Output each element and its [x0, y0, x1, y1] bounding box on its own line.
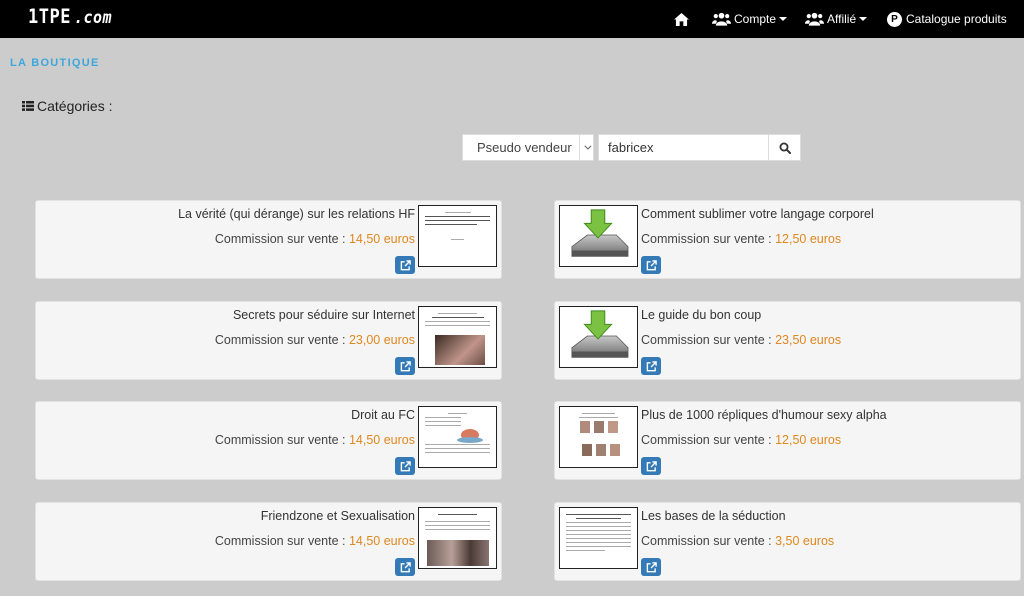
commission-label: Commission sur vente : [641, 232, 772, 246]
external-link-icon [400, 460, 411, 471]
categories-toggle[interactable]: Catégories : [22, 98, 112, 114]
external-link-button[interactable] [395, 256, 415, 274]
nav-home[interactable] [674, 0, 689, 38]
commission-amount: 14,50 euros [348, 232, 415, 246]
product-title[interactable]: Comment sublimer votre langage corporel [641, 207, 874, 221]
product-card: Secrets pour séduire sur Internet Commis… [35, 301, 502, 380]
product-card: Droit au FC Commission sur vente : 14,50… [35, 401, 502, 480]
commission-amount: 12,50 euros [775, 433, 842, 447]
caret-down-icon [859, 17, 868, 21]
external-link-icon [400, 360, 411, 371]
product-title[interactable]: Droit au FC [351, 408, 415, 422]
product-commission: Commission sur vente : 14,50 euros [215, 433, 415, 447]
commission-amount: 23,50 euros [775, 333, 842, 347]
search-button[interactable] [768, 134, 801, 161]
commission-label: Commission sur vente : [214, 232, 346, 246]
external-link-button[interactable] [395, 457, 415, 475]
product-card: Comment sublimer votre langage corporel … [554, 200, 1021, 279]
product-card: Le guide du bon coup Commission sur vent… [554, 301, 1021, 380]
product-commission: Commission sur vente : 3,50 euros [641, 534, 834, 548]
product-thumbnail[interactable] [559, 306, 638, 368]
product-thumbnail[interactable] [559, 507, 638, 569]
nav-compte[interactable]: Compte [712, 0, 788, 38]
commission-label: Commission sur vente : [214, 534, 346, 548]
top-navbar: 1TPE .com Compte Affilié P Catalogue prod… [0, 0, 1024, 38]
categories-label: Catégories : [37, 98, 113, 114]
product-commission: Commission sur vente : 14,50 euros [215, 232, 415, 246]
users-icon [805, 12, 824, 26]
product-card: La vérité (qui dérange) sur les relation… [35, 200, 502, 279]
brand-domain: .com [73, 6, 113, 28]
brand-logo[interactable]: 1TPE .com [28, 6, 112, 29]
product-thumbnail[interactable] [559, 406, 638, 468]
external-link-button[interactable] [395, 357, 415, 375]
search-input[interactable] [598, 134, 769, 161]
nav-compte-label: Compte [734, 12, 777, 26]
catalogue-p-icon: P [887, 11, 902, 27]
search-type-value: Pseudo vendeur [477, 140, 572, 155]
home-icon [674, 12, 689, 26]
product-commission: Commission sur vente : 23,00 euros [215, 333, 415, 347]
product-commission: Commission sur vente : 14,50 euros [215, 534, 415, 548]
nav-catalogue[interactable]: P Catalogue produits [887, 0, 1007, 38]
external-link-button[interactable] [395, 558, 415, 576]
commission-label: Commission sur vente : [641, 534, 772, 548]
external-link-icon [400, 561, 411, 572]
brand-name: 1TPE [28, 5, 71, 29]
product-card: Les bases de la séduction Commission sur… [554, 502, 1021, 581]
commission-amount: 3,50 euros [775, 534, 835, 548]
external-link-icon [646, 460, 657, 471]
search-type-select[interactable]: Pseudo vendeur [462, 134, 594, 161]
nav-catalogue-label: Catalogue produits [906, 12, 1007, 26]
external-link-button[interactable] [641, 558, 661, 576]
commission-label: Commission sur vente : [214, 333, 346, 347]
caret-down-icon [779, 17, 788, 21]
commission-amount: 12,50 euros [775, 232, 842, 246]
product-thumbnail[interactable] [418, 205, 497, 267]
chevron-down-icon [579, 135, 593, 160]
product-title[interactable]: La vérité (qui dérange) sur les relation… [178, 207, 415, 221]
download-drive-icon [571, 209, 629, 257]
commission-label: Commission sur vente : [641, 433, 772, 447]
external-link-icon [400, 259, 411, 270]
users-icon [712, 12, 731, 26]
external-link-button[interactable] [641, 256, 661, 274]
product-title[interactable]: Friendzone et Sexualisation [261, 509, 415, 523]
external-link-icon [646, 360, 657, 371]
commission-amount: 23,00 euros [348, 333, 415, 347]
product-commission: Commission sur vente : 12,50 euros [641, 232, 841, 246]
external-link-icon [646, 259, 657, 270]
product-card: Friendzone et Sexualisation Commission s… [35, 502, 502, 581]
commission-label: Commission sur vente : [641, 333, 772, 347]
commission-label: Commission sur vente : [214, 433, 346, 447]
search-icon [779, 142, 791, 154]
product-title[interactable]: Secrets pour séduire sur Internet [233, 308, 415, 322]
external-link-icon [646, 561, 657, 572]
list-icon [22, 101, 34, 111]
product-title[interactable]: Plus de 1000 répliques d'humour sexy alp… [641, 408, 887, 422]
page-title: LA BOUTIQUE [10, 57, 100, 69]
product-thumbnail[interactable] [418, 306, 497, 368]
external-link-button[interactable] [641, 357, 661, 375]
external-link-button[interactable] [641, 457, 661, 475]
download-drive-icon [571, 310, 629, 358]
product-title[interactable]: Les bases de la séduction [641, 509, 786, 523]
product-thumbnail[interactable] [559, 205, 638, 267]
nav-affilie[interactable]: Affilié [805, 0, 868, 38]
product-title[interactable]: Le guide du bon coup [641, 308, 761, 322]
commission-amount: 14,50 euros [348, 433, 415, 447]
product-thumbnail[interactable] [418, 507, 497, 569]
product-card: Plus de 1000 répliques d'humour sexy alp… [554, 401, 1021, 480]
commission-amount: 14,50 euros [348, 534, 415, 548]
product-commission: Commission sur vente : 23,50 euros [641, 333, 841, 347]
nav-affilie-label: Affilié [827, 12, 857, 26]
product-commission: Commission sur vente : 12,50 euros [641, 433, 841, 447]
product-thumbnail[interactable] [418, 406, 497, 468]
